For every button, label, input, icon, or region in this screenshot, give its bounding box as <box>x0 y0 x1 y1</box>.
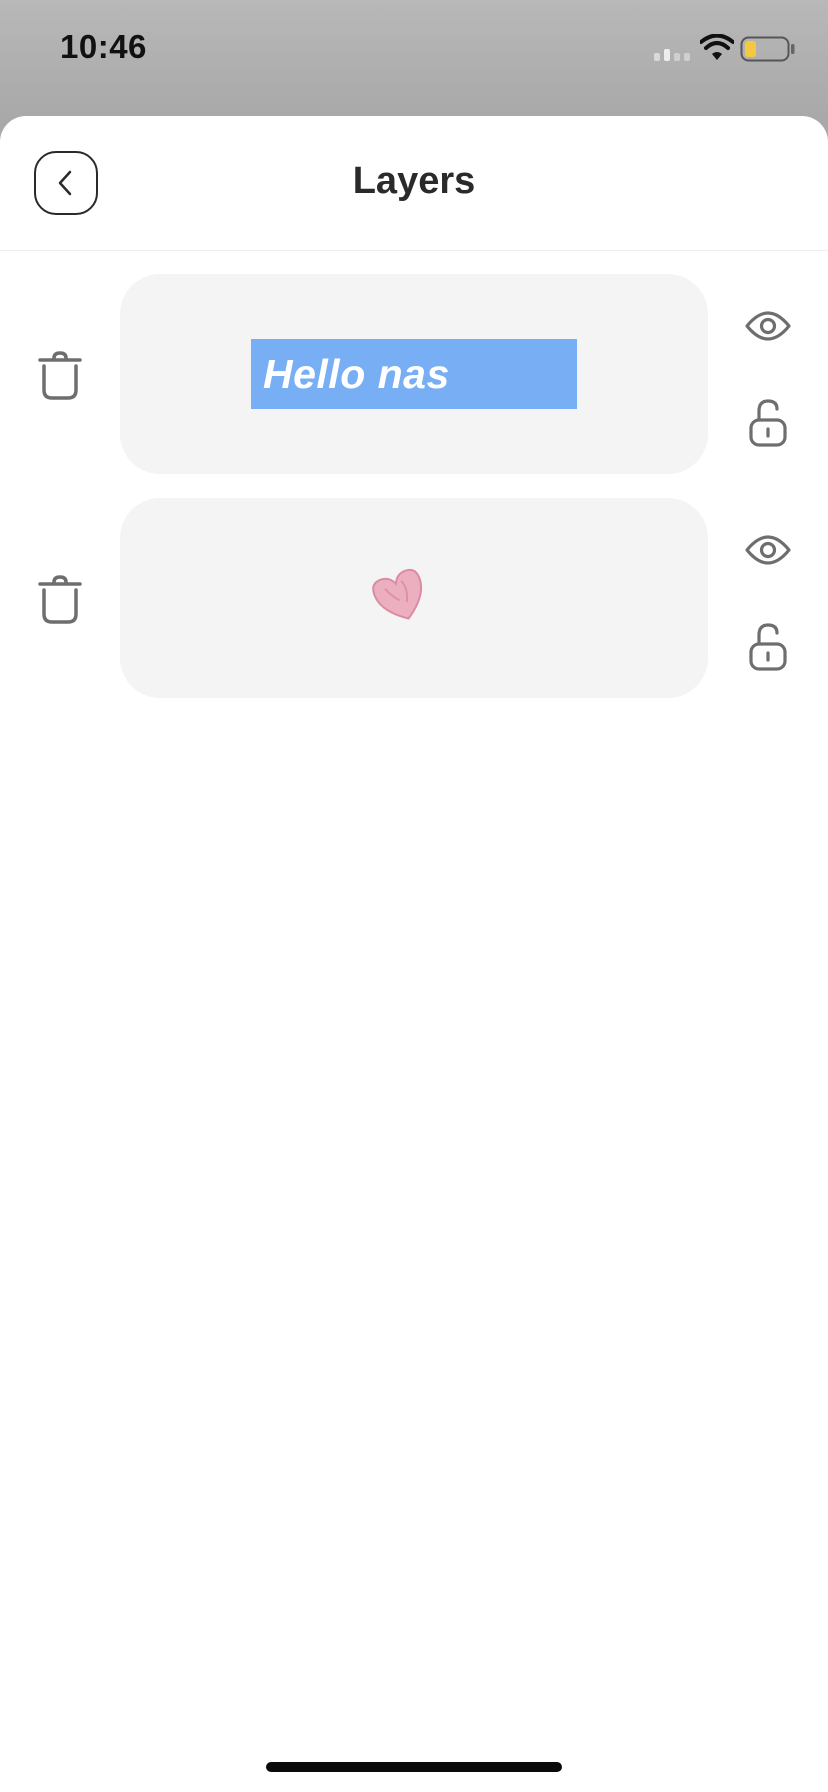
layer-preview-card[interactable]: Hello nas <box>120 274 708 474</box>
unlock-icon[interactable] <box>748 622 788 672</box>
trash-icon[interactable] <box>36 574 84 626</box>
status-time: 10:46 <box>60 28 147 65</box>
header: Layers <box>0 116 828 251</box>
eye-icon[interactable] <box>744 530 792 570</box>
wifi-icon <box>700 34 734 60</box>
text-layer-preview: Hello nas <box>251 339 577 409</box>
trash-icon[interactable] <box>36 350 84 402</box>
eye-icon[interactable] <box>744 306 792 346</box>
layer-preview-card[interactable] <box>120 498 708 698</box>
layer-row-sticker <box>0 498 828 698</box>
battery-low-icon <box>740 36 795 62</box>
unlock-icon[interactable] <box>748 398 788 448</box>
text-layer-preview-text: Hello nas <box>263 350 450 397</box>
home-indicator[interactable] <box>266 1762 562 1772</box>
layer-row-text: Hello nas <box>0 274 828 474</box>
screen: 10:46 Layers Hello nas <box>0 0 828 1792</box>
pink-heart-icon <box>372 568 423 620</box>
page-title: Layers <box>352 160 476 202</box>
cellular-signal-icon <box>654 49 690 61</box>
layers-sheet: Layers Hello nas <box>0 116 828 1792</box>
status-bar: 10:46 <box>0 0 828 110</box>
